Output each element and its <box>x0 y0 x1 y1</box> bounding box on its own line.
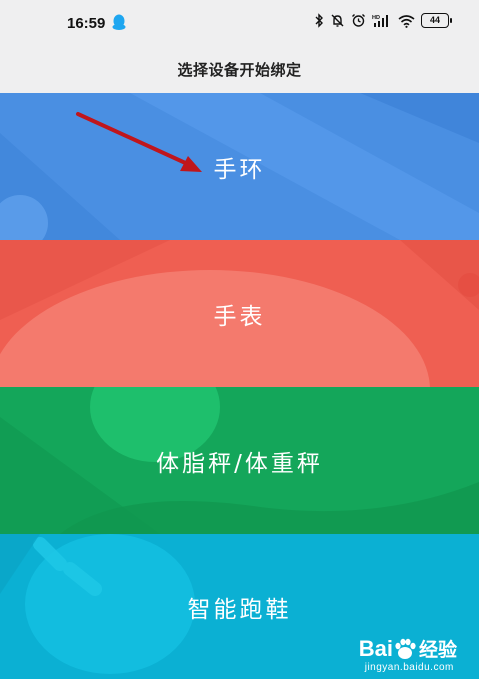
alarm-icon <box>351 13 366 28</box>
status-icons: HD 44 <box>314 13 452 28</box>
annotation-arrow-icon <box>76 112 202 172</box>
watermark-brand: Bai <box>358 635 393 661</box>
wifi-icon <box>398 14 415 28</box>
bluetooth-icon <box>314 13 324 28</box>
watermark-url: jingyan.baidu.com <box>364 662 454 673</box>
device-card-scale[interactable]: 体脂秤/体重秤 <box>0 387 479 534</box>
mute-icon <box>330 13 345 28</box>
device-card-watch[interactable]: 手表 <box>0 240 479 387</box>
hd-signal-icon: HD <box>372 13 392 28</box>
device-label-scale: 体脂秤/体重秤 <box>156 450 323 477</box>
device-label-watch: 手表 <box>213 303 266 330</box>
watermark-brand-suffix: 经验 <box>418 639 457 661</box>
status-bar: 16:59 HD 44 <box>0 0 479 46</box>
battery-icon: 44 <box>421 13 452 28</box>
page-header: 选择设备开始绑定 <box>0 46 479 92</box>
device-label-shoes: 智能跑鞋 <box>187 596 292 623</box>
svg-text:HD: HD <box>372 15 380 21</box>
baidu-watermark: Bai 经验 jingyan.baidu.com <box>358 635 457 674</box>
qq-icon <box>112 14 126 35</box>
page-title: 选择设备开始绑定 <box>177 60 302 79</box>
device-label-band: 手环 <box>213 156 266 183</box>
baidu-paw-icon <box>395 638 416 659</box>
status-time: 16:59 <box>67 15 106 32</box>
